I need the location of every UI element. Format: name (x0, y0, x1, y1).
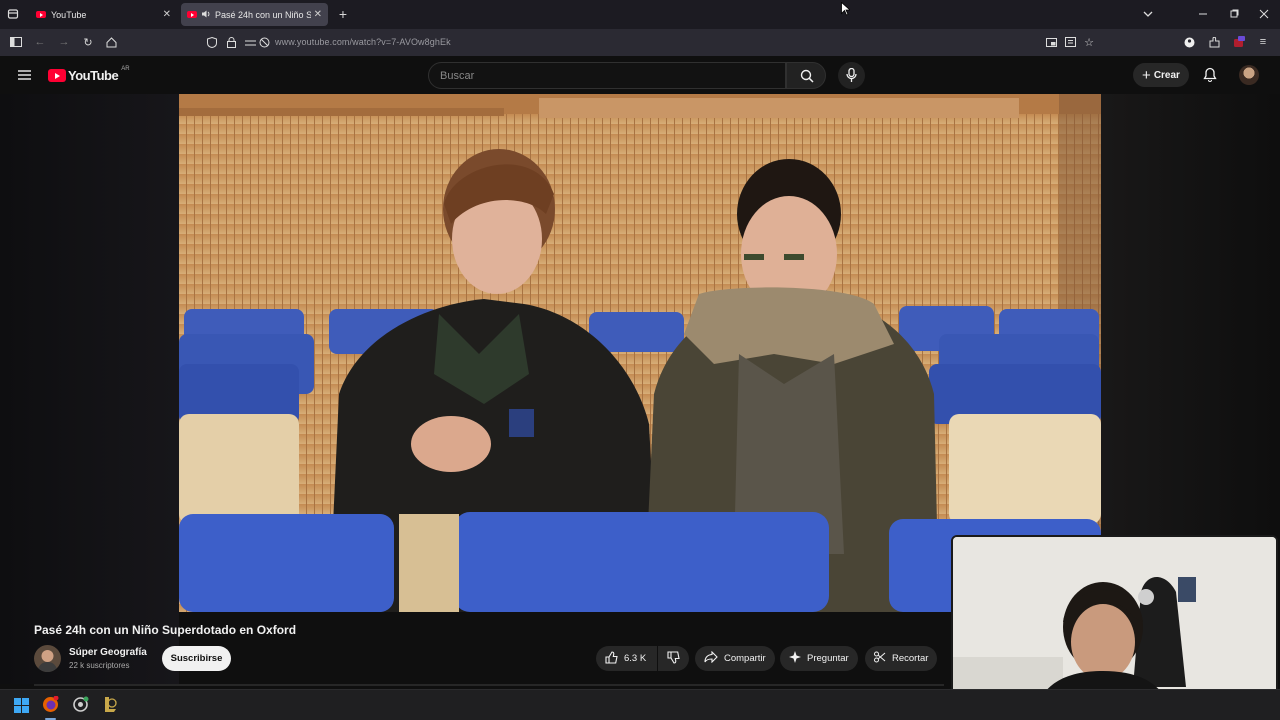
tab-close-icon[interactable]: ✕ (314, 9, 322, 20)
tab-youtube[interactable]: YouTube ✕ (30, 3, 177, 26)
like-count: 6.3 K (624, 653, 647, 664)
search-input[interactable]: Buscar (428, 62, 786, 89)
extensions-icon[interactable] (1207, 35, 1221, 49)
new-tab-button[interactable]: + (336, 6, 350, 22)
section-divider (34, 684, 944, 686)
sparkle-icon (789, 651, 801, 666)
subscribe-button[interactable]: Suscribirse (162, 646, 231, 671)
youtube-logo[interactable]: YouTube AR (48, 65, 130, 83)
home-icon[interactable] (104, 35, 118, 49)
url-bar[interactable]: www.youtube.com/watch?v=7-AVOw8ghEk (275, 37, 451, 47)
create-button[interactable]: + Crear (1133, 63, 1189, 87)
microphone-icon (846, 67, 857, 88)
tab-video[interactable]: Pasé 24h con un Niño Superdotado en Oxfo… (181, 3, 328, 26)
windows-start-icon[interactable] (14, 698, 29, 718)
like-button[interactable]: 6.3 K (596, 646, 657, 671)
restore-icon[interactable] (1227, 7, 1241, 21)
youtube-favicon-icon (187, 11, 197, 18)
ask-button[interactable]: Preguntar (780, 646, 858, 671)
dislike-button[interactable] (658, 646, 689, 671)
share-label: Compartir (724, 653, 766, 664)
youtube-play-icon (48, 69, 66, 82)
tab-label: Pasé 24h con un Niño Superdotado en Oxfo… (215, 9, 311, 20)
ambient-backdrop-left (0, 94, 179, 684)
subscriber-count: 22 k suscriptores (69, 661, 130, 670)
close-window-icon[interactable] (1257, 7, 1271, 21)
youtube-favicon-icon (36, 11, 46, 18)
picture-in-picture-icon[interactable] (1044, 35, 1058, 49)
menu-icon[interactable]: ≡ (1256, 35, 1270, 49)
share-icon (704, 650, 718, 666)
channel-name[interactable]: Súper Geografía (69, 647, 147, 658)
youtube-header: YouTube AR Buscar + Crear (0, 56, 1280, 94)
sidebar-toggle-icon[interactable] (9, 35, 23, 49)
back-icon[interactable]: ← (33, 35, 47, 49)
notifications-bell-icon[interactable] (1203, 67, 1217, 87)
share-button[interactable]: Compartir (695, 646, 775, 671)
ask-label: Preguntar (807, 653, 849, 664)
user-avatar[interactable] (1239, 65, 1259, 85)
search-icon (800, 69, 814, 88)
thumbs-down-icon (667, 650, 680, 667)
thumbs-up-icon (605, 650, 618, 667)
forward-icon[interactable]: → (57, 35, 71, 49)
firefox-icon[interactable] (42, 695, 59, 718)
chevron-down-icon[interactable] (1141, 7, 1155, 21)
search-button[interactable] (786, 62, 826, 89)
permissions-icon[interactable] (243, 35, 257, 49)
clip-button[interactable]: Recortar (865, 646, 938, 671)
windows-taskbar (0, 689, 1280, 720)
plus-icon: + (1142, 66, 1151, 84)
voice-search-button[interactable] (838, 62, 865, 89)
channel-avatar[interactable] (34, 645, 61, 672)
youtube-wordmark: YouTube (68, 68, 119, 83)
reload-icon[interactable]: ↻ (81, 35, 95, 49)
gear-app-icon[interactable] (72, 696, 89, 718)
shield-icon[interactable] (205, 35, 219, 49)
search-placeholder: Buscar (440, 70, 475, 82)
region-code: AR (121, 65, 130, 72)
speaker-icon[interactable] (202, 10, 211, 20)
tab-label: YouTube (51, 9, 87, 20)
hamburger-menu-icon[interactable] (17, 68, 31, 82)
league-client-icon[interactable] (102, 696, 118, 718)
browser-tab-strip: YouTube ✕ Pasé 24h con un Niño Superdota… (0, 0, 1280, 29)
tab-list-icon[interactable] (6, 7, 20, 21)
bookmark-star-icon[interactable]: ☆ (1082, 35, 1096, 49)
extension-badge-icon[interactable] (1232, 35, 1246, 49)
lock-icon[interactable] (224, 35, 238, 49)
scissors-icon (874, 651, 886, 666)
browser-nav-bar: ← → ↻ www.youtube.com/watch?v=7-AVOw8ghE… (0, 29, 1280, 56)
tab-close-icon[interactable]: ✕ (163, 9, 171, 20)
video-title: Pasé 24h con un Niño Superdotado en Oxfo… (34, 623, 297, 637)
mouse-cursor-icon (841, 1, 852, 21)
clip-label: Recortar (892, 653, 929, 664)
reader-view-icon[interactable] (1063, 35, 1077, 49)
account-icon[interactable] (1182, 35, 1196, 49)
autoplay-blocked-icon[interactable] (257, 35, 271, 49)
minimize-icon[interactable] (1196, 7, 1210, 21)
create-label: Crear (1153, 69, 1180, 81)
